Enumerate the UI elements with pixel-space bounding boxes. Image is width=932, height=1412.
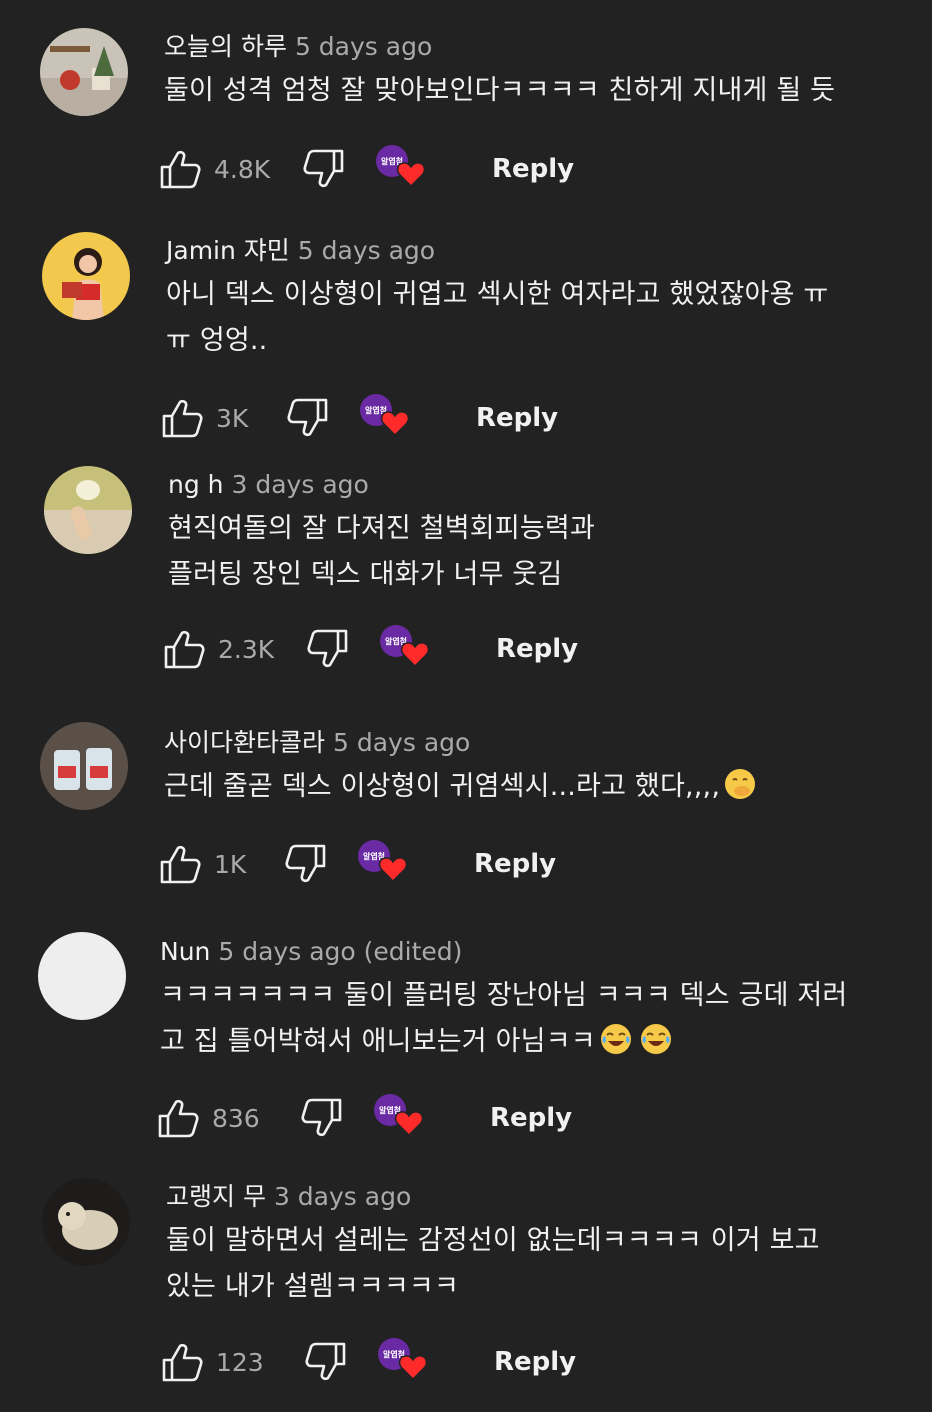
comment-text: 둘이 말하면서 설레는 감정선이 없는데ㅋㅋㅋㅋ 이거 보고 있는 내가 설렘ㅋ… (166, 1218, 912, 1310)
dislike-button[interactable] (306, 627, 350, 671)
dislike-button[interactable] (286, 396, 330, 440)
comment-author[interactable]: Jamin 쟈민 (166, 236, 290, 265)
comment-text: 아니 덱스 이상형이 귀엽고 섹시한 여자라고 했었잖아용 ㅠ ㅠ 엉엉.. (166, 272, 912, 364)
comment-author[interactable]: 고랭지 무 (166, 1182, 266, 1211)
like-count: 1K (214, 849, 247, 879)
reply-button[interactable]: Reply (490, 1103, 572, 1133)
avatar-image (42, 1178, 130, 1266)
comment-author[interactable]: ng h (168, 470, 224, 499)
comment-timestamp[interactable]: 5 days ago (333, 728, 470, 757)
thumbs-down-icon (301, 1098, 342, 1137)
thumbs-down-icon (307, 629, 348, 668)
like-count: 123 (216, 1347, 264, 1377)
reply-button[interactable]: Reply (494, 1347, 576, 1377)
comment-text-line: 아니 덱스 이상형이 귀엽고 섹시한 여자라고 했었잖아용 ㅠ (166, 279, 829, 310)
comment-text: ㅋㅋㅋㅋㅋㅋㅋ 둘이 플러팅 장난아님 ㅋㅋㅋ 덱스 긍데 저러 고 집 틀어박… (160, 973, 912, 1065)
creator-heart-badge: 알엽첨 (378, 1338, 430, 1386)
comment-text-line: ㅋㅋㅋㅋㅋㅋㅋ 둘이 플러팅 장난아님 ㅋㅋㅋ 덱스 긍데 저러 (160, 980, 848, 1011)
thumbs-down-icon (285, 844, 326, 883)
avatar[interactable] (40, 722, 128, 810)
comment-text-line: 있는 내가 설렘ㅋㅋㅋㅋㅋ (166, 1271, 460, 1302)
thumbs-up-icon (162, 399, 203, 438)
creator-heart-badge: 알엽첨 (376, 145, 428, 193)
comment-author[interactable]: 오늘의 하루 (164, 32, 287, 61)
thumbs-up-icon (162, 1343, 203, 1382)
hand-over-mouth-emoji-icon (725, 769, 756, 799)
comment-timestamp[interactable]: 5 days ago (295, 32, 432, 61)
creator-heart-badge: 알엽첨 (360, 394, 412, 442)
heart-icon (394, 1111, 424, 1137)
like-button[interactable] (160, 396, 204, 440)
tears-of-joy-emoji-icon (640, 1024, 671, 1054)
comment-text-line: 고 집 틀어박혀서 애니보는거 아님ㅋㅋ (160, 1026, 596, 1057)
avatar[interactable] (42, 1178, 130, 1266)
comment-text-line: 근데 줄곧 덱스 이상형이 귀염섹시...라고 했다,,,, (164, 771, 721, 802)
comment-timestamp[interactable]: 5 days ago (edited) (218, 937, 462, 966)
avatar[interactable] (40, 28, 128, 116)
comment-author[interactable]: Nun (160, 937, 210, 966)
comment-text-line: 현직여돌의 잘 다져진 철벽회피능력과 (168, 513, 595, 544)
dislike-button[interactable] (302, 147, 346, 191)
heart-icon (396, 162, 426, 188)
reply-button[interactable]: Reply (496, 634, 578, 664)
thumbs-down-icon (287, 398, 328, 437)
like-button[interactable] (162, 627, 206, 671)
avatar-image (42, 232, 130, 320)
comment-text-line: 둘이 성격 엄청 잘 맞아보인다ㅋㅋㅋㅋ 친하게 지내게 될 듯 (164, 75, 836, 106)
avatar-image (38, 932, 126, 1020)
like-count: 2.3K (218, 634, 275, 664)
comment-text-line: ㅠ 엉엉.. (166, 325, 268, 356)
avatar[interactable] (44, 466, 132, 554)
creator-heart-badge: 알엽첨 (380, 625, 432, 673)
avatar[interactable] (42, 232, 130, 320)
thumbs-up-icon (160, 150, 201, 189)
avatar-image (40, 28, 128, 116)
reply-button[interactable]: Reply (492, 154, 574, 184)
like-count: 836 (212, 1103, 260, 1133)
like-count: 3K (216, 403, 249, 433)
thumbs-down-icon (305, 1342, 346, 1381)
dislike-button[interactable] (300, 1096, 344, 1140)
thumbs-up-icon (160, 845, 201, 884)
comment-text-line: 플러팅 장인 덱스 대화가 너무 웃김 (168, 559, 563, 590)
reply-button[interactable]: Reply (476, 403, 558, 433)
creator-heart-badge: 알엽첨 (358, 840, 410, 888)
dislike-button[interactable] (284, 842, 328, 886)
like-button[interactable] (160, 1340, 204, 1384)
avatar[interactable] (38, 932, 126, 1020)
like-button[interactable] (156, 1096, 200, 1140)
heart-icon (400, 642, 430, 668)
comment-timestamp[interactable]: 5 days ago (298, 236, 435, 265)
like-button[interactable] (158, 147, 202, 191)
heart-icon (380, 411, 410, 437)
dislike-button[interactable] (304, 1340, 348, 1384)
creator-heart-badge: 알엽첨 (374, 1094, 426, 1142)
comment-timestamp[interactable]: 3 days ago (274, 1182, 411, 1211)
heart-icon (398, 1355, 428, 1381)
comment-text: 근데 줄곧 덱스 이상형이 귀염섹시...라고 했다,,,, (164, 764, 912, 810)
like-count: 4.8K (214, 154, 271, 184)
comment-author[interactable]: 사이다환타콜라 (164, 728, 325, 757)
thumbs-up-icon (164, 630, 205, 669)
thumbs-down-icon (303, 149, 344, 188)
reply-button[interactable]: Reply (474, 849, 556, 879)
avatar-image (40, 722, 128, 810)
like-button[interactable] (158, 842, 202, 886)
heart-icon (378, 857, 408, 883)
avatar-image (44, 466, 132, 554)
comment-text-line: 둘이 말하면서 설레는 감정선이 없는데ㅋㅋㅋㅋ 이거 보고 (166, 1225, 820, 1256)
comment-timestamp[interactable]: 3 days ago (232, 470, 369, 499)
tears-of-joy-emoji-icon (600, 1024, 631, 1054)
comment-text: 둘이 성격 엄청 잘 맞아보인다ㅋㅋㅋㅋ 친하게 지내게 될 듯 (164, 68, 912, 114)
thumbs-up-icon (158, 1099, 199, 1138)
comment-text: 현직여돌의 잘 다져진 철벽회피능력과 플러팅 장인 덱스 대화가 너무 웃김 (168, 506, 912, 598)
